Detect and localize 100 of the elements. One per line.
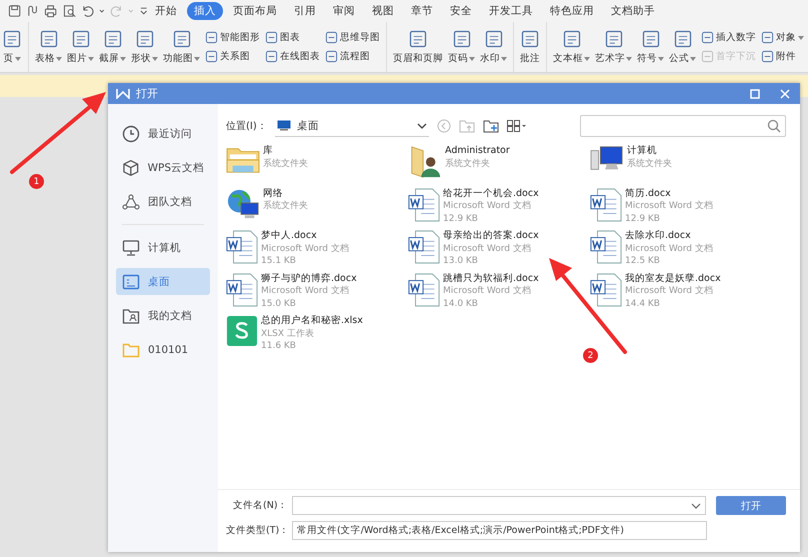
file-name[interactable]: 跳槽只为软福利.docx bbox=[443, 272, 539, 285]
file-size: 12.9 KB bbox=[625, 212, 661, 225]
file-size: 12.5 KB bbox=[625, 255, 661, 268]
ribbon-button[interactable]: 表格 bbox=[33, 22, 64, 72]
file-type: Microsoft Word 文档 bbox=[261, 242, 349, 255]
file-name[interactable]: 计算机 bbox=[627, 145, 672, 158]
ribbon-button[interactable]: 智能图形 bbox=[203, 31, 262, 44]
close-icon[interactable] bbox=[780, 88, 790, 98]
monitor-icon bbox=[276, 120, 291, 131]
word-document-icon bbox=[226, 272, 258, 306]
file-name[interactable]: 网络 bbox=[263, 188, 308, 200]
menu-tab[interactable]: 开发工具 bbox=[482, 2, 540, 20]
ribbon-button[interactable]: 截屏 bbox=[97, 22, 128, 72]
ribbon-button[interactable]: 流程图 bbox=[323, 50, 382, 63]
location-dropdown[interactable]: 桌面 bbox=[274, 116, 429, 136]
sidebar-item[interactable]: 团队文档 bbox=[116, 188, 210, 215]
new-folder-icon[interactable] bbox=[482, 119, 499, 133]
file-name[interactable]: 库 bbox=[263, 145, 308, 158]
file-name[interactable]: 梦中人.docx bbox=[261, 230, 349, 242]
ribbon-button[interactable]: 形状 bbox=[129, 22, 160, 72]
menu-tab[interactable]: 页面布局 bbox=[226, 2, 284, 20]
sidebar-item[interactable]: 最近访问 bbox=[116, 120, 210, 147]
menu-tab[interactable]: 开始 bbox=[148, 2, 184, 20]
word-document-icon bbox=[408, 230, 440, 264]
file-name-field[interactable] bbox=[292, 496, 706, 515]
ribbon-button[interactable]: 符号 bbox=[635, 22, 666, 72]
ribbon-button[interactable]: 图片 bbox=[65, 22, 96, 72]
ribbon-button[interactable]: 页眉和页脚 bbox=[391, 22, 445, 72]
ribbon-button[interactable]: 附件 bbox=[759, 50, 806, 63]
ribbon-button[interactable]: 批注 bbox=[518, 22, 542, 72]
print-preview-icon[interactable] bbox=[62, 4, 76, 18]
file-name[interactable]: 母亲给出的答案.docx bbox=[443, 230, 539, 242]
view-grid-icon[interactable] bbox=[506, 120, 527, 132]
file-type: Microsoft Word 文档 bbox=[625, 200, 713, 212]
ribbon-button[interactable]: 关系图 bbox=[203, 50, 262, 63]
file-type: Microsoft Word 文档 bbox=[443, 242, 532, 255]
ribbon-button[interactable]: 对象 bbox=[759, 31, 806, 44]
save-icon[interactable] bbox=[8, 4, 22, 18]
location-label: 位置(I)： bbox=[226, 120, 267, 133]
square-icon bbox=[205, 31, 218, 44]
document-icon bbox=[408, 29, 428, 49]
file-size: 13.0 KB bbox=[443, 255, 479, 268]
file-type: Microsoft Word 文档 bbox=[625, 285, 714, 298]
undo-icon[interactable] bbox=[80, 4, 94, 18]
monitor-icon bbox=[122, 238, 140, 256]
menu-tab[interactable]: 文档助手 bbox=[604, 2, 662, 20]
menu-tab[interactable]: 审阅 bbox=[326, 2, 362, 20]
ribbon-button[interactable]: 功能图 bbox=[161, 22, 202, 72]
file-size: 14.4 KB bbox=[625, 298, 661, 310]
menu-tab[interactable]: 特色应用 bbox=[543, 2, 601, 20]
document-icon bbox=[70, 29, 90, 49]
file-type-dropdown[interactable]: 常用文件(文字/Word格式;表格/Excel格式;演示/PowerPoint格式;PDF文件) bbox=[292, 521, 707, 540]
search-field[interactable] bbox=[580, 115, 786, 137]
square-icon bbox=[325, 31, 338, 44]
ribbon-button[interactable]: 插入数字 bbox=[699, 31, 758, 44]
file-type: Microsoft Word 文档 bbox=[443, 200, 532, 212]
square-icon bbox=[265, 31, 278, 44]
window-title: 打开 bbox=[136, 86, 158, 101]
ribbon-button[interactable]: 图表 bbox=[263, 31, 322, 44]
file-name[interactable]: 简历.docx bbox=[625, 188, 713, 200]
ribbon-button[interactable]: 水印 bbox=[478, 22, 509, 72]
ribbon-button[interactable]: 在线图表 bbox=[263, 50, 322, 63]
square-icon bbox=[701, 31, 714, 44]
file-name[interactable]: 我的室友是妖孽.docx bbox=[625, 272, 721, 285]
document-icon bbox=[640, 29, 660, 49]
document-icon bbox=[672, 29, 692, 49]
ribbon-button[interactable]: 公式 bbox=[667, 22, 698, 72]
sidebar-item[interactable]: 计算机 bbox=[116, 234, 210, 261]
file-type: 系统文件夹 bbox=[263, 200, 308, 212]
menu-tab[interactable]: 章节 bbox=[404, 2, 440, 20]
maximize-icon[interactable] bbox=[750, 88, 760, 98]
file-name[interactable]: 狮子与驴的博弈.docx bbox=[261, 272, 357, 285]
menu-tab[interactable]: 插入 bbox=[187, 2, 223, 20]
sidebar-item[interactable]: WPS云文档 bbox=[116, 154, 210, 181]
file-type-label: 文件类型(T)： bbox=[226, 524, 288, 537]
desktop-icon bbox=[122, 272, 140, 290]
ribbon-button[interactable]: 思维导图 bbox=[323, 31, 382, 44]
sidebar-item[interactable]: 我的文档 bbox=[116, 302, 210, 329]
ribbon-button[interactable]: 页 bbox=[0, 22, 24, 72]
sidebar-item[interactable]: 010101 bbox=[116, 336, 210, 363]
file-name[interactable]: 去除水印.docx bbox=[625, 230, 713, 242]
file-name[interactable]: 总的用户名和秘密.xlsx bbox=[261, 315, 363, 328]
document-icon bbox=[102, 29, 122, 49]
print-icon[interactable] bbox=[44, 4, 58, 18]
ribbon-button[interactable]: 文本框 bbox=[551, 22, 592, 72]
word-document-icon bbox=[590, 188, 622, 222]
square-icon bbox=[265, 50, 278, 63]
menu-tab[interactable]: 视图 bbox=[365, 2, 401, 20]
share-icon[interactable] bbox=[26, 4, 40, 18]
file-name[interactable]: Administrator bbox=[445, 145, 510, 158]
ribbon-button[interactable]: 艺术字 bbox=[593, 22, 634, 72]
menu-tab[interactable]: 引用 bbox=[287, 2, 323, 20]
file-name[interactable]: 给花开一个机会.docx bbox=[443, 188, 539, 200]
menu-tab[interactable]: 安全 bbox=[443, 2, 479, 20]
file-type: 系统文件夹 bbox=[627, 158, 672, 170]
user-folder-icon bbox=[122, 306, 140, 324]
ribbon-button[interactable]: 页码 bbox=[446, 22, 477, 72]
square-icon bbox=[325, 50, 338, 63]
document-icon bbox=[452, 29, 472, 49]
file-size: 14.0 KB bbox=[443, 298, 479, 310]
